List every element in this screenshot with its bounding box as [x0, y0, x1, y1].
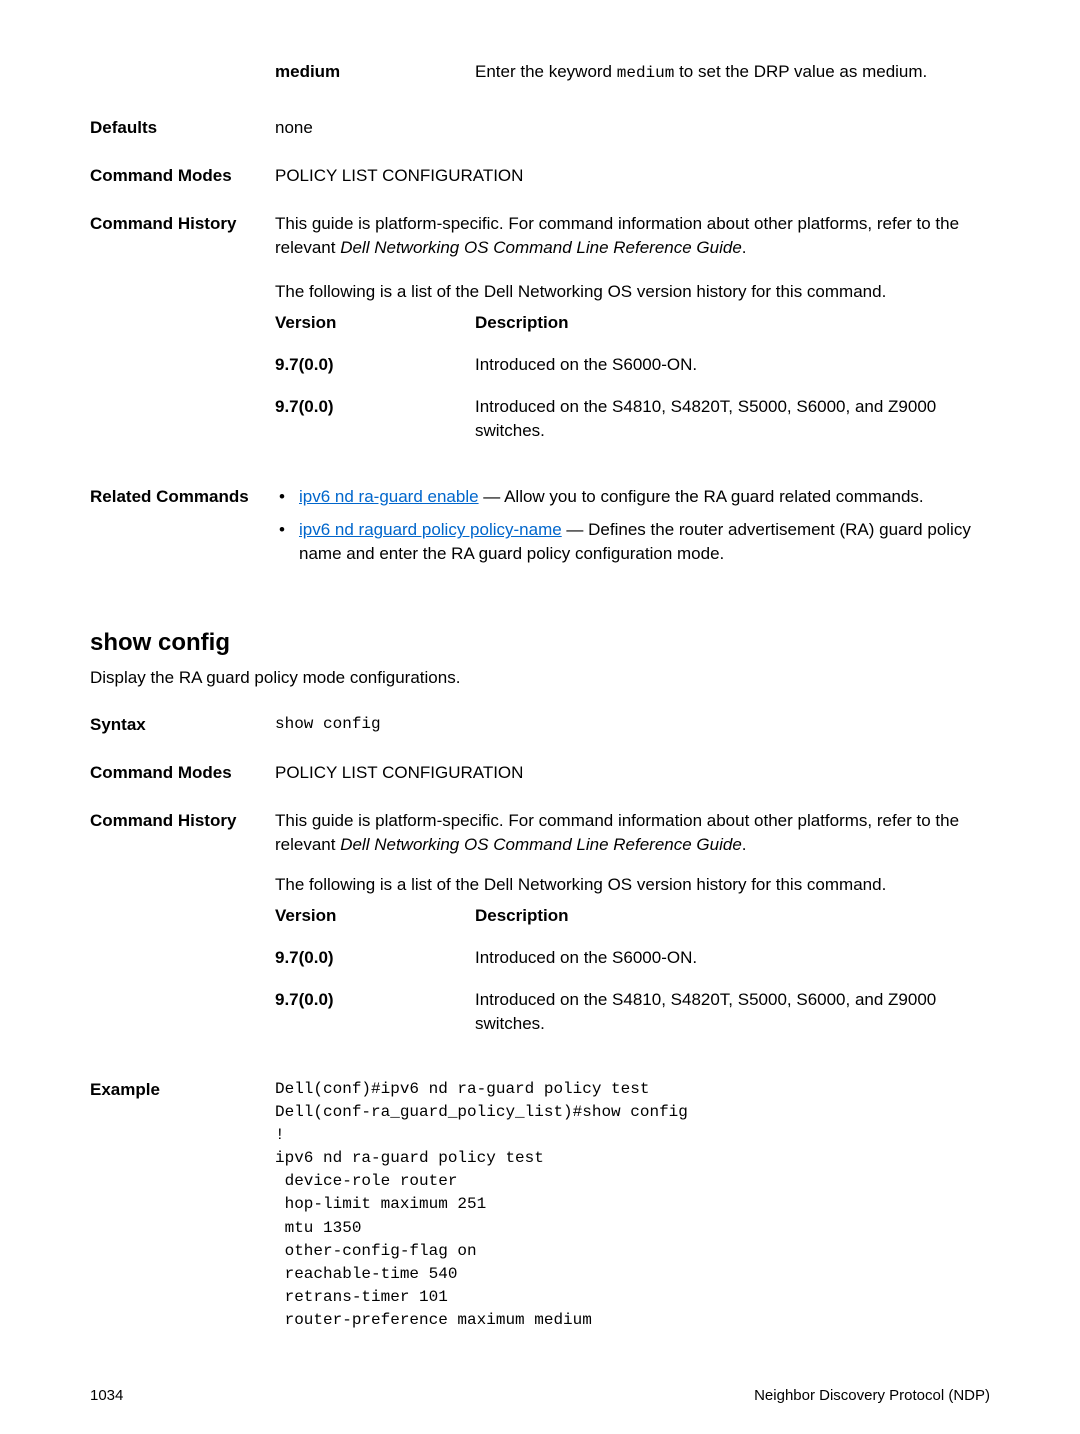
section-name: Neighbor Discovery Protocol (NDP) — [754, 1385, 990, 1406]
param-row-medium: medium Enter the keyword medium to set t… — [90, 60, 990, 92]
description-header: Description — [475, 311, 990, 335]
defaults-label: Defaults — [90, 116, 275, 140]
table-row: 9.7(0.0) Introduced on the S4810, S4820T… — [275, 395, 990, 443]
sc-version-table: Version Description 9.7(0.0) Introduced … — [275, 904, 990, 1035]
table-row: 9.7(0.0) Introduced on the S6000-ON. — [275, 946, 990, 970]
related-commands-label: Related Commands — [90, 485, 275, 576]
sc-history-para-1: This guide is platform-specific. For com… — [275, 809, 990, 857]
sc-command-modes-value: POLICY LIST CONFIGURATION — [275, 761, 990, 785]
defaults-value: none — [275, 116, 990, 140]
command-modes-row: Command Modes POLICY LIST CONFIGURATION — [90, 164, 990, 188]
list-item: ipv6 nd ra-guard enable — Allow you to c… — [279, 485, 990, 509]
param-name-medium: medium — [275, 60, 475, 84]
related-link-ra-guard-enable[interactable]: ipv6 nd ra-guard enable — [299, 487, 479, 506]
related-commands-row: Related Commands ipv6 nd ra-guard enable… — [90, 485, 990, 576]
syntax-label: Syntax — [90, 713, 275, 737]
version-header: Version — [275, 311, 475, 335]
show-config-heading: show config — [90, 626, 990, 660]
sc-command-history-label: Command History — [90, 809, 275, 1054]
command-history-label: Command History — [90, 212, 275, 461]
example-label: Example — [90, 1078, 275, 1333]
defaults-row: Defaults none — [90, 116, 990, 140]
syntax-row: Syntax show config — [90, 713, 990, 737]
example-row: Example Dell(conf)#ipv6 nd ra-guard poli… — [90, 1078, 990, 1333]
example-code: Dell(conf)#ipv6 nd ra-guard policy test … — [275, 1078, 990, 1333]
related-link-raguard-policy[interactable]: ipv6 nd raguard policy policy-name — [299, 520, 562, 539]
sc-version-header: Version — [275, 904, 475, 928]
related-list: ipv6 nd ra-guard enable — Allow you to c… — [275, 485, 990, 566]
sc-description-header: Description — [475, 904, 990, 928]
sc-command-modes-label: Command Modes — [90, 761, 275, 785]
table-row: 9.7(0.0) Introduced on the S6000-ON. — [275, 353, 990, 377]
history-para-2: The following is a list of the Dell Netw… — [275, 280, 990, 304]
param-desc-medium: Enter the keyword medium to set the DRP … — [475, 60, 990, 84]
list-item: ipv6 nd raguard policy policy-name — Def… — [279, 518, 990, 566]
table-row: 9.7(0.0) Introduced on the S4810, S4820T… — [275, 988, 990, 1036]
show-config-subtitle: Display the RA guard policy mode configu… — [90, 666, 990, 690]
history-para-1: This guide is platform-specific. For com… — [275, 212, 990, 260]
sc-command-history-row: Command History This guide is platform-s… — [90, 809, 990, 1054]
version-table: Version Description 9.7(0.0) Introduced … — [275, 311, 990, 442]
sc-history-para-2: The following is a list of the Dell Netw… — [275, 873, 990, 897]
command-modes-label: Command Modes — [90, 164, 275, 188]
command-history-row: Command History This guide is platform-s… — [90, 212, 990, 461]
command-modes-value: POLICY LIST CONFIGURATION — [275, 164, 990, 188]
sc-command-modes-row: Command Modes POLICY LIST CONFIGURATION — [90, 761, 990, 785]
page-footer: 1034 Neighbor Discovery Protocol (NDP) — [90, 1385, 990, 1406]
syntax-value: show config — [275, 713, 990, 737]
page-number: 1034 — [90, 1385, 123, 1406]
